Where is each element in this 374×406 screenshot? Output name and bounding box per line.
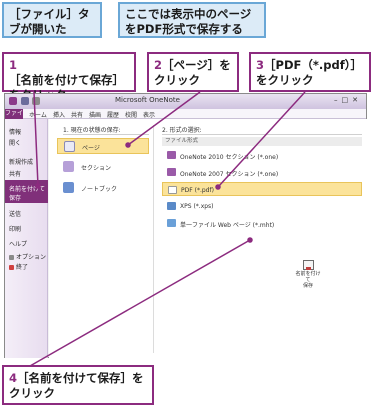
tab-insert[interactable]: 挿入	[53, 110, 65, 119]
step-2-callout: 2［ページ］を クリック	[147, 52, 239, 92]
onenote-section-icon	[167, 151, 176, 159]
sidebar-item-label: オプション	[16, 254, 47, 261]
tab-share[interactable]: 共有	[71, 110, 83, 119]
sidebar-item-open[interactable]: 開く	[9, 138, 21, 147]
undo-quick-icon[interactable]	[32, 97, 40, 105]
callout-text: ［ファイル］タブが開いた	[9, 7, 90, 36]
page-icon	[64, 141, 75, 152]
scope-page[interactable]: ページ	[57, 138, 149, 154]
save-as-label-line2: 保存	[302, 283, 313, 289]
backstage-main: 1. 現在の状態の保存: ページ セクション ノートブック 2. 形式の選択: …	[49, 119, 367, 358]
section-icon	[63, 161, 74, 172]
section2-header: 2. 形式の選択:	[162, 127, 202, 134]
window-title: Microsoft OneNote	[115, 96, 180, 104]
sidebar-item-new[interactable]: 新規作成	[9, 157, 33, 166]
step-text-line1: ［名前を付けて保存］を	[17, 371, 144, 385]
format-label: PDF (*.pdf)	[181, 187, 214, 194]
exit-icon	[9, 265, 14, 270]
section1-divider	[63, 134, 149, 135]
sidebar-item-print[interactable]: 印刷	[9, 224, 21, 233]
section1-header: 1. 現在の状態の保存:	[63, 127, 121, 134]
format-list: ファイル形式 OneNote 2010 セクション (*.one) OneNot…	[162, 137, 362, 233]
column-divider	[153, 125, 154, 353]
onenote-logo-icon	[9, 97, 17, 105]
sidebar-item-info[interactable]: 情報	[9, 127, 21, 136]
tab-home[interactable]: ホーム	[29, 110, 47, 119]
step-1-callout: 1［名前を付けて保存］ をクリック	[2, 52, 136, 102]
step-number: 1	[9, 58, 18, 72]
step-text-line2: をクリック	[256, 73, 314, 87]
format-label: OneNote 2010 セクション (*.one)	[180, 154, 279, 161]
step-text-line1: ［PDF（*.pdf）］	[264, 58, 362, 72]
format-label: OneNote 2007 セクション (*.one)	[180, 171, 279, 178]
scope-section[interactable]: セクション	[57, 159, 149, 175]
web-page-icon	[167, 219, 176, 227]
format-label: XPS (*.xps)	[180, 203, 214, 210]
scope-notebook[interactable]: ノートブック	[57, 180, 149, 196]
sidebar-item-label-line1: 名前を付けて	[9, 186, 46, 193]
format-onenote-2007[interactable]: OneNote 2007 セクション (*.one)	[162, 165, 362, 179]
step-3-callout: 3［PDF（*.pdf）］ をクリック	[249, 52, 371, 92]
onenote-window: Microsoft OneNote –□✕ ファイル ホーム 挿入 共有 描画 …	[4, 93, 367, 358]
onenote-section-icon	[167, 168, 176, 176]
format-label: 単一ファイル Web ページ (*.mht)	[180, 222, 275, 229]
step-text-line1: ［ページ］を	[162, 58, 231, 72]
sidebar-item-options[interactable]: オプション	[9, 252, 46, 261]
step-number: 2	[154, 58, 163, 72]
callout-text-line1: ここでは表示中のページ	[125, 7, 252, 21]
tab-history[interactable]: 履歴	[107, 110, 119, 119]
scope-label: ノートブック	[81, 186, 118, 193]
xps-icon	[167, 202, 176, 210]
sidebar-item-label-line2: 保存	[9, 195, 22, 202]
format-pdf[interactable]: PDF (*.pdf)	[162, 182, 362, 196]
callout-save-as-pdf: ここでは表示中のページ をPDF形式で保存する	[118, 2, 266, 38]
window-controls[interactable]: –□✕	[334, 96, 362, 104]
step-text-line1: ［名前を付けて保存］	[9, 73, 124, 87]
step-text-line2: クリック	[9, 386, 55, 400]
scope-label: セクション	[81, 165, 112, 172]
callout-text-line2: をPDF形式で保存する	[125, 22, 243, 36]
scope-label: ページ	[82, 145, 100, 152]
sidebar-item-share[interactable]: 共有	[9, 169, 21, 178]
format-list-header: ファイル形式	[162, 137, 362, 146]
step-number: 4	[9, 371, 18, 385]
tab-review[interactable]: 校閲	[125, 110, 137, 119]
format-onenote-2010[interactable]: OneNote 2010 セクション (*.one)	[162, 148, 362, 162]
save-quick-icon[interactable]	[21, 97, 29, 105]
step-number: 3	[256, 58, 265, 72]
sidebar-item-label: 終了	[16, 264, 29, 271]
sidebar-item-help[interactable]: ヘルプ	[9, 239, 27, 248]
format-xps[interactable]: XPS (*.xps)	[162, 199, 362, 213]
title-bar: Microsoft OneNote –□✕	[5, 94, 366, 109]
save-as-button[interactable]: 名前を付けて 保存	[295, 259, 321, 289]
section2-divider	[162, 134, 362, 135]
backstage-sidebar: 情報 開く 新規作成 共有 名前を付けて 保存 送信 印刷 ヘルプ オプション …	[5, 119, 48, 358]
sidebar-item-save-as[interactable]: 名前を付けて 保存	[5, 180, 48, 203]
sidebar-item-send[interactable]: 送信	[9, 209, 21, 218]
tab-file[interactable]: ファイル	[5, 109, 23, 127]
tab-view[interactable]: 表示	[143, 110, 155, 119]
save-as-icon	[302, 260, 314, 270]
format-mht[interactable]: 単一ファイル Web ページ (*.mht)	[162, 216, 362, 230]
callout-file-tab-opened: ［ファイル］タブが開いた	[2, 2, 102, 38]
notebook-icon	[63, 182, 74, 193]
sidebar-item-exit[interactable]: 終了	[9, 262, 28, 271]
pdf-icon	[168, 186, 177, 194]
options-icon	[9, 255, 14, 260]
tab-draw[interactable]: 描画	[89, 110, 101, 119]
ribbon-tab-bar: ファイル ホーム 挿入 共有 描画 履歴 校閲 表示	[5, 109, 366, 127]
step-text-line2: クリック	[154, 73, 200, 87]
step-4-callout: 4［名前を付けて保存］を クリック	[2, 365, 154, 405]
save-as-label-line1: 名前を付けて	[295, 271, 321, 283]
